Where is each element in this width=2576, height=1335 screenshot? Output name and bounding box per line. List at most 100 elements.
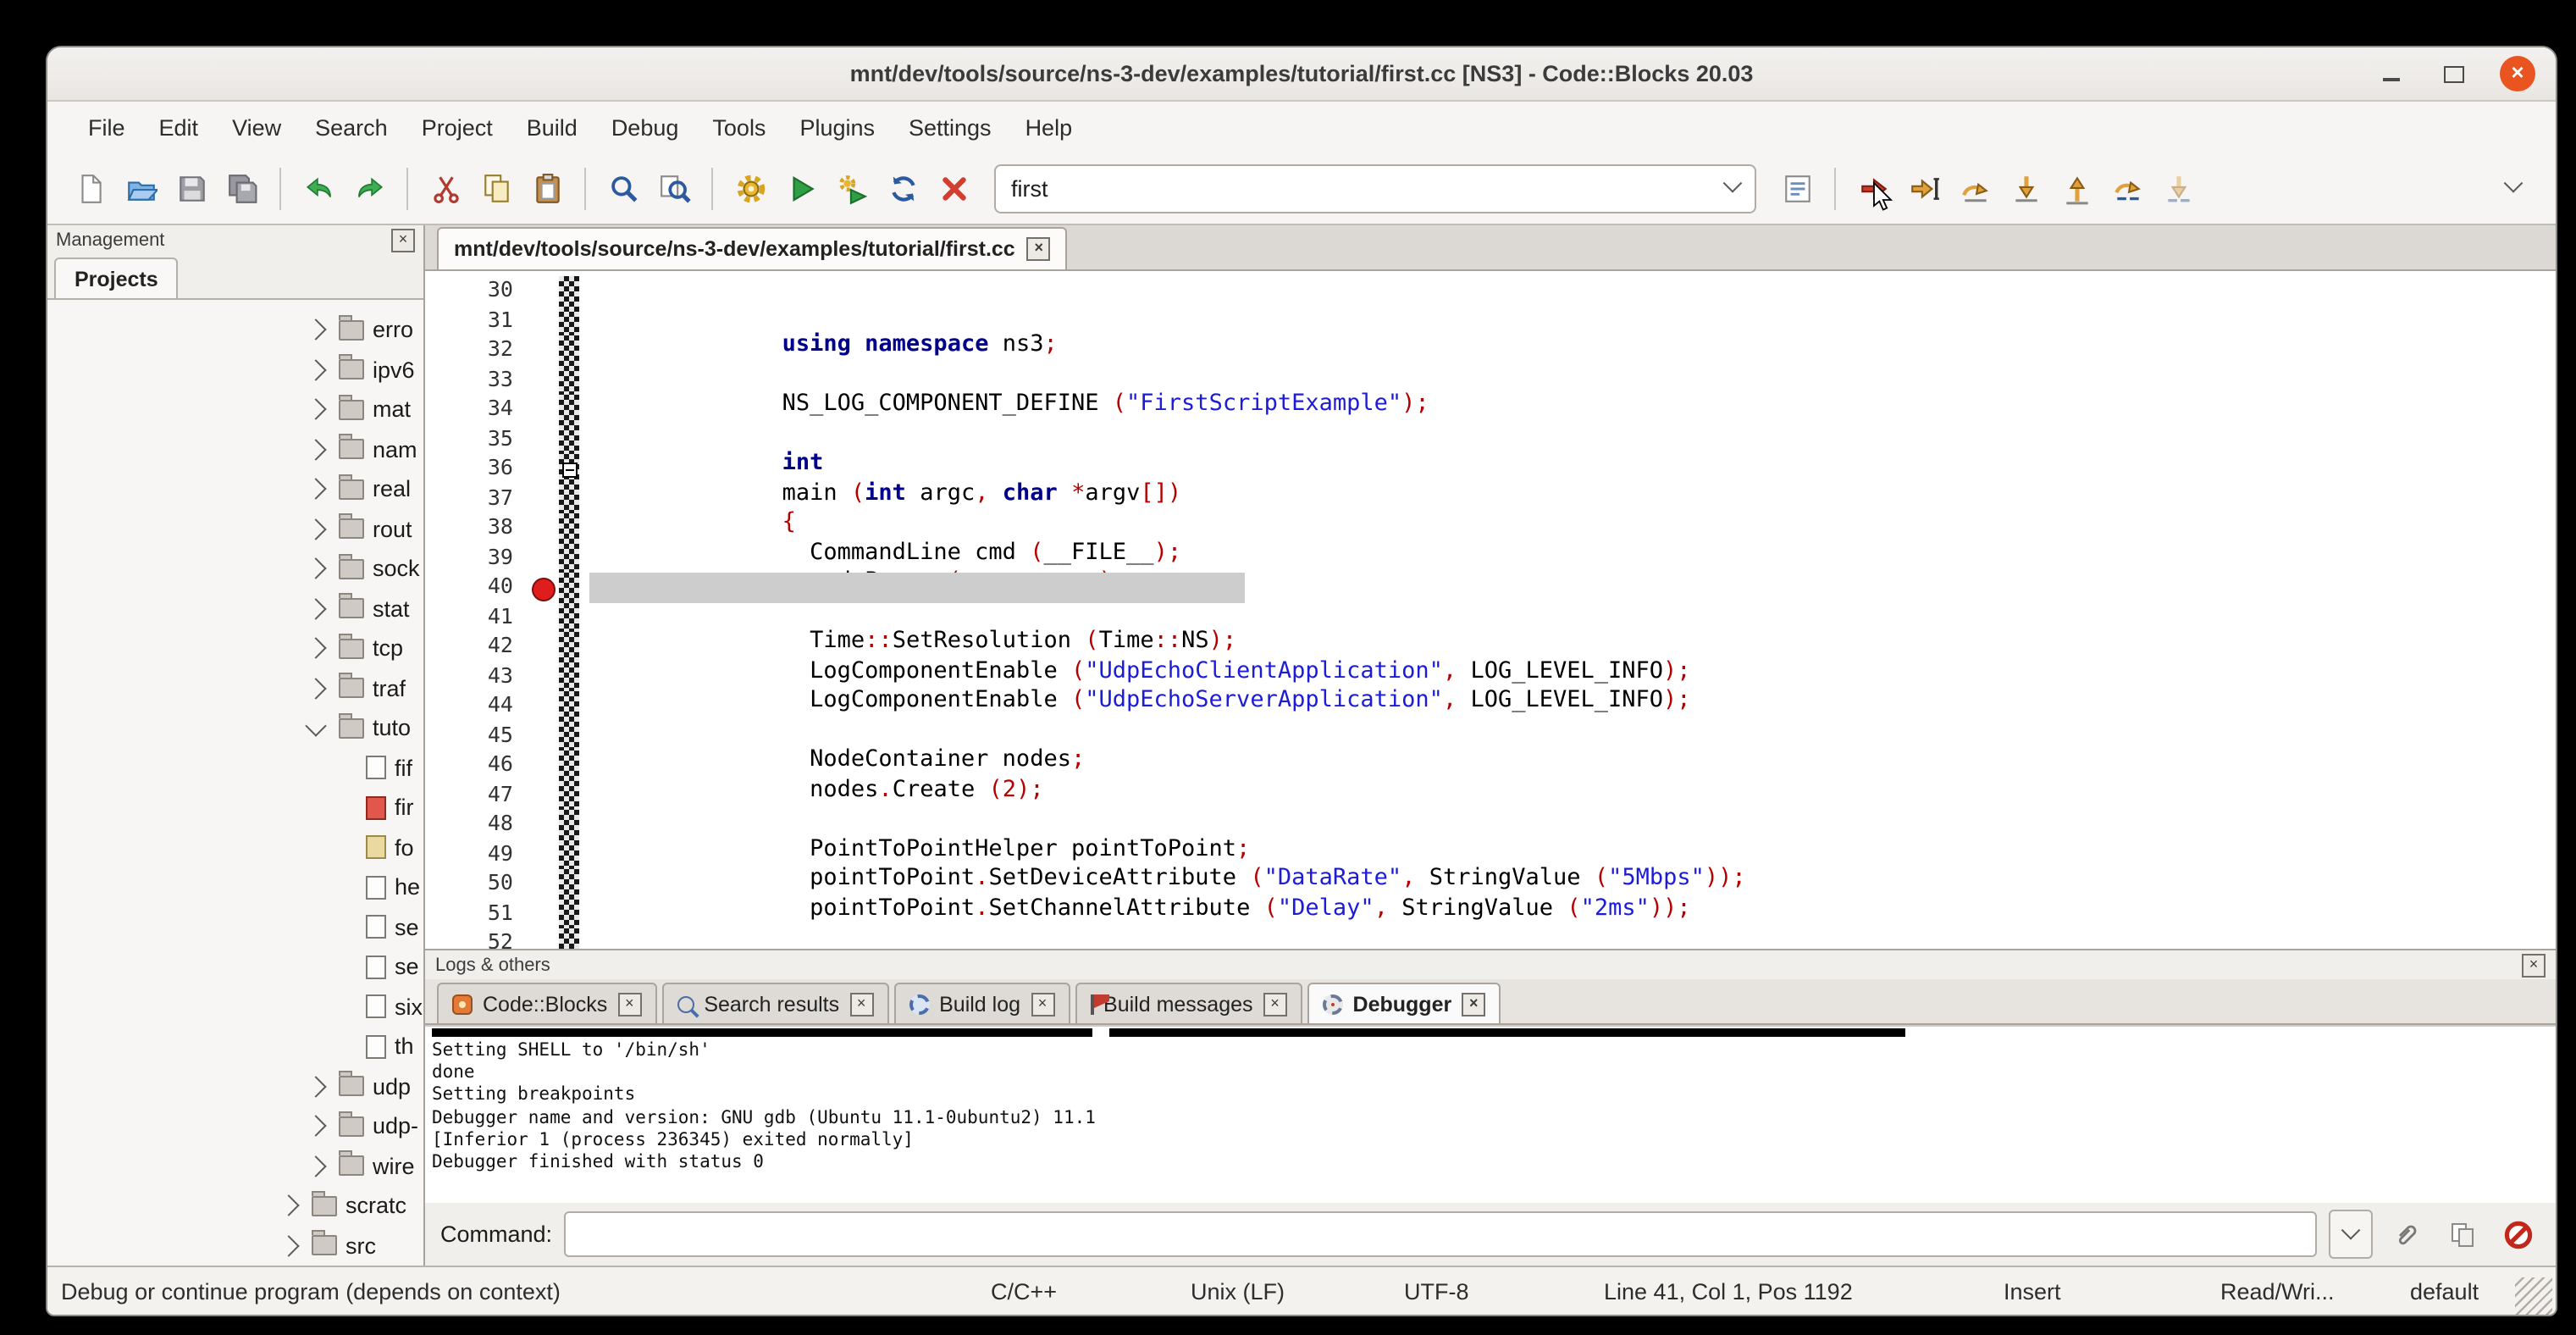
code-line[interactable]: 48 pointToPoint.SetDeviceAttribute ("Dat… <box>425 810 2556 839</box>
tab-projects[interactable]: Projects <box>54 258 179 298</box>
breakpoint-margin[interactable] <box>530 365 559 395</box>
find-button[interactable] <box>598 163 649 213</box>
tree-expander-icon[interactable] <box>305 598 326 619</box>
logs-tab[interactable]: Debugger × <box>1307 983 1501 1023</box>
step-into-button[interactable] <box>2000 163 2051 213</box>
fold-margin[interactable] <box>559 839 579 869</box>
tree-item[interactable]: real <box>47 469 423 509</box>
breakpoint-margin[interactable] <box>530 276 559 306</box>
tree-item[interactable]: erro <box>47 310 423 350</box>
fold-margin[interactable] <box>559 276 579 306</box>
line-number[interactable]: 38 <box>425 513 530 543</box>
tree-expander-icon[interactable] <box>305 1116 326 1137</box>
breakpoint-margin[interactable] <box>530 839 559 869</box>
line-number[interactable]: 33 <box>425 365 530 395</box>
fold-margin[interactable] <box>559 454 579 484</box>
menu-item[interactable]: Tools <box>695 108 782 147</box>
line-number[interactable]: 32 <box>425 335 530 365</box>
tree-expander-icon[interactable] <box>305 638 326 659</box>
code-line[interactable]: 31 <box>425 306 2556 335</box>
fold-margin[interactable] <box>559 306 579 335</box>
code-line[interactable]: 52 devices = pointToPoint.Install (nodes… <box>425 928 2556 949</box>
tree-item[interactable]: fir <box>47 788 423 828</box>
tree-item[interactable]: fo <box>47 828 423 867</box>
fold-margin[interactable] <box>559 869 579 899</box>
menu-item[interactable]: Help <box>1009 108 1090 147</box>
tree-item[interactable]: udp <box>47 1066 423 1106</box>
fold-margin[interactable] <box>559 365 579 395</box>
code-line[interactable]: 41 LogComponentEnable ("UdpEchoClientApp… <box>425 602 2556 632</box>
line-number[interactable]: 40 <box>425 573 530 602</box>
code-line[interactable]: 49 pointToPoint.SetChannelAttribute ("De… <box>425 839 2556 869</box>
close-button[interactable]: × <box>2500 56 2535 91</box>
fold-margin[interactable] <box>559 395 579 424</box>
fold-margin[interactable] <box>559 691 579 721</box>
fold-margin[interactable] <box>559 484 579 513</box>
tree-expander-icon[interactable] <box>278 1195 299 1216</box>
stop-debugger-button[interactable] <box>2496 1212 2540 1256</box>
title-bar[interactable]: mnt/dev/tools/source/ns-3-dev/examples/t… <box>47 47 2556 102</box>
line-number[interactable]: 34 <box>425 395 530 424</box>
fold-margin[interactable] <box>559 632 579 662</box>
fold-margin[interactable] <box>559 721 579 751</box>
tree-item[interactable]: stat <box>47 589 423 629</box>
tree-expander-icon[interactable] <box>305 558 326 579</box>
fold-margin[interactable] <box>559 928 579 949</box>
build-target-combobox[interactable]: first <box>994 163 1756 213</box>
menu-item[interactable]: View <box>215 108 298 147</box>
code-line[interactable]: 32 NS_LOG_COMPONENT_DEFINE ("FirstScript… <box>425 335 2556 365</box>
menu-item[interactable]: Plugins <box>782 108 892 147</box>
tree-item[interactable]: wire <box>47 1146 423 1186</box>
code-line[interactable]: 36 { <box>425 454 2556 484</box>
code-line[interactable]: 30 using namespace ns3; <box>425 276 2556 306</box>
build-button[interactable] <box>725 163 776 213</box>
step-into-instruction-button[interactable] <box>2153 163 2203 213</box>
logs-tab-close-button[interactable]: × <box>1031 992 1054 1016</box>
paste-button[interactable] <box>522 163 572 213</box>
fold-margin[interactable] <box>559 602 579 632</box>
line-number[interactable]: 30 <box>425 276 530 306</box>
menu-item[interactable]: Settings <box>892 108 1009 147</box>
attach-button[interactable] <box>2385 1212 2429 1256</box>
build-and-run-button[interactable] <box>826 163 877 213</box>
tree-item[interactable]: rout <box>47 509 423 549</box>
logs-tab[interactable]: Search results × <box>661 983 888 1023</box>
breakpoint-margin[interactable] <box>530 395 559 424</box>
fold-margin[interactable] <box>559 513 579 543</box>
logs-tab[interactable]: Code::Blocks × <box>437 983 656 1023</box>
tree-expander-icon[interactable] <box>305 715 326 736</box>
fold-margin[interactable] <box>559 810 579 839</box>
code-line[interactable]: 40 Time::SetResolution (Time::NS); <box>425 573 2556 602</box>
line-number[interactable]: 41 <box>425 602 530 632</box>
tree-item[interactable]: se <box>47 947 423 987</box>
tree-item[interactable]: sock <box>47 549 423 589</box>
breakpoint-margin[interactable] <box>530 335 559 365</box>
menu-item[interactable]: Search <box>298 108 405 147</box>
toolbar-overflow-button[interactable] <box>2488 163 2539 213</box>
tree-expander-icon[interactable] <box>305 439 326 460</box>
breakpoint-margin[interactable] <box>530 780 559 810</box>
breakpoint-margin[interactable] <box>530 484 559 513</box>
breakpoint-margin[interactable] <box>530 454 559 484</box>
cut-button[interactable] <box>420 163 471 213</box>
tree-expander-icon[interactable] <box>305 479 326 500</box>
line-number[interactable]: 48 <box>425 810 530 839</box>
tree-item[interactable]: traf <box>47 668 423 708</box>
menu-item[interactable]: Edit <box>142 108 216 147</box>
line-number[interactable]: 37 <box>425 484 530 513</box>
breakpoint-margin[interactable] <box>530 573 559 602</box>
tree-expander-icon[interactable] <box>305 399 326 420</box>
logs-tab-close-button[interactable]: × <box>1462 992 1485 1016</box>
editor-tab-first-cc[interactable]: mnt/dev/tools/source/ns-3-dev/examples/t… <box>437 227 1068 269</box>
code-line[interactable]: 38 cmd.Parse (argc, argv); <box>425 513 2556 543</box>
fold-margin[interactable] <box>559 899 579 928</box>
fold-margin[interactable] <box>559 573 579 602</box>
tree-item[interactable]: tcp <box>47 629 423 668</box>
breakpoint-margin[interactable] <box>530 691 559 721</box>
fold-margin[interactable] <box>559 780 579 810</box>
tree-expander-icon[interactable] <box>305 1076 326 1097</box>
minimize-button[interactable] <box>2374 57 2408 91</box>
next-instruction-button[interactable] <box>2102 163 2153 213</box>
run-button[interactable] <box>776 163 826 213</box>
command-history-button[interactable] <box>2329 1210 2373 1259</box>
